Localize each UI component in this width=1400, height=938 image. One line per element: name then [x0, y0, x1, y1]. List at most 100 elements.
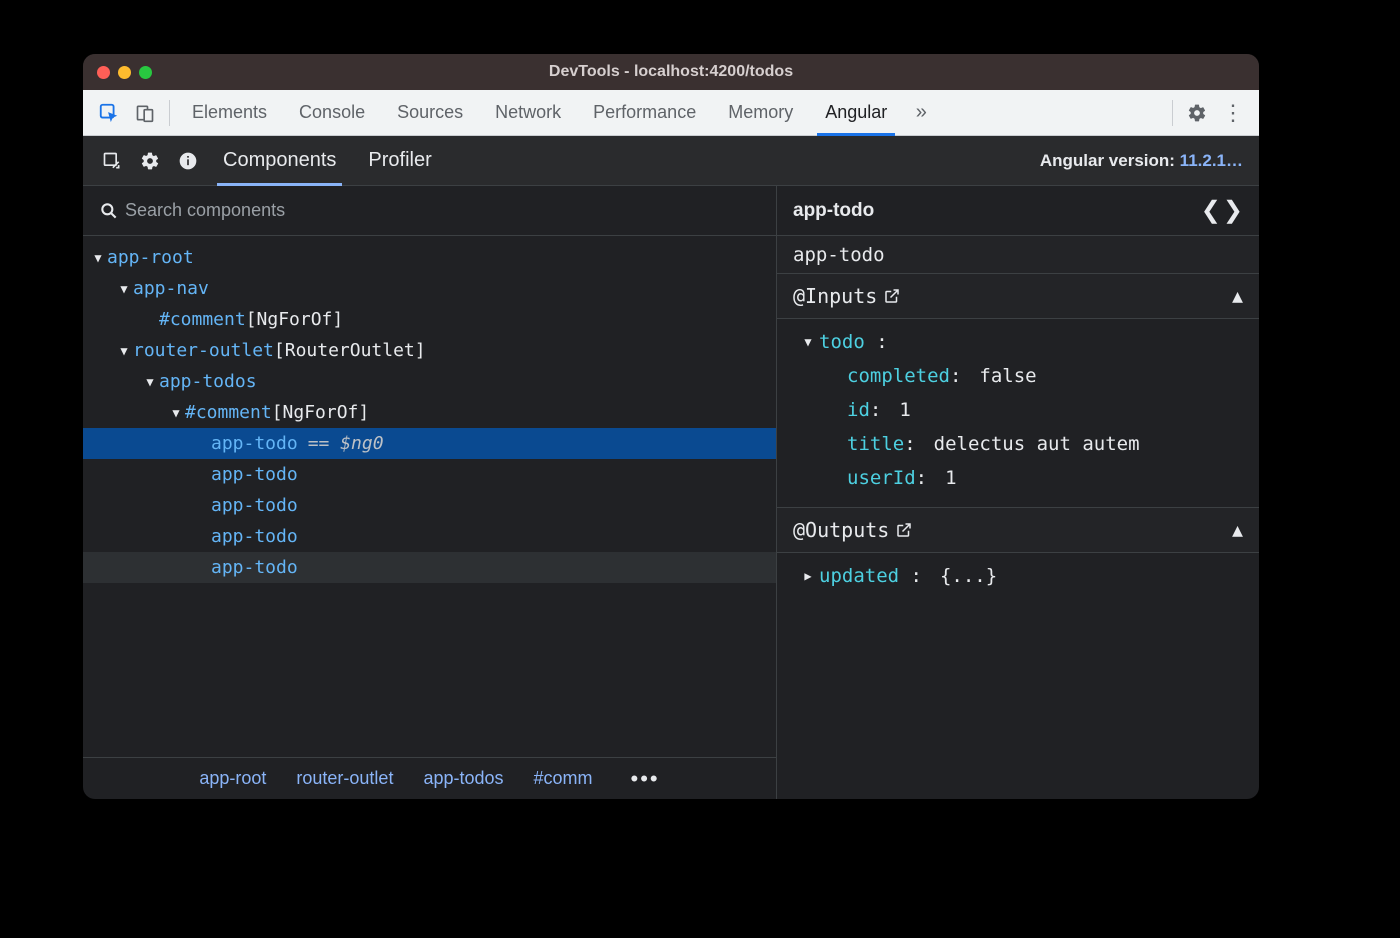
breadcrumb: app-root router-outlet app-todos #comm •… [83, 757, 776, 799]
zoom-window-button[interactable] [139, 66, 152, 79]
tree-node-label: #comment [159, 309, 246, 330]
tree-row[interactable]: app-todo [83, 521, 776, 552]
kebab-menu-icon[interactable]: ⋮ [1215, 95, 1251, 131]
outputs-title: @Outputs [793, 518, 889, 542]
tree-row[interactable]: app-todo [83, 459, 776, 490]
inputs-title: @Inputs [793, 284, 877, 308]
chevron-right-icon: ▶ [797, 569, 819, 583]
tree-row[interactable]: ▼app-nav [83, 273, 776, 304]
tab-elements[interactable]: Elements [176, 90, 283, 136]
prop-value: false [979, 365, 1036, 387]
chevron-down-icon: ▼ [91, 251, 105, 265]
colon: : [916, 467, 927, 489]
tab-memory[interactable]: Memory [712, 90, 809, 136]
tree-row[interactable]: app-todo [83, 490, 776, 521]
outputs-section-header[interactable]: @Outputs ▲ [777, 508, 1259, 553]
prop-row[interactable]: id:1 [777, 393, 1259, 427]
tree-row[interactable]: #comment[NgForOf] [83, 304, 776, 335]
tree-node-label: app-todo [211, 433, 298, 454]
angular-version: Angular version: 11.2.1… [1040, 151, 1249, 171]
crumb[interactable]: #comm [534, 768, 593, 789]
tab-sources[interactable]: Sources [381, 90, 479, 136]
tree-node-label: app-root [107, 247, 194, 268]
directive-bracket: [RouterOutlet] [274, 340, 426, 361]
view-source-next-icon[interactable]: ❯ [1223, 196, 1243, 225]
chevron-down-icon: ▼ [117, 344, 131, 358]
prop-row[interactable]: title:delectus aut autem [777, 427, 1259, 461]
minimize-window-button[interactable] [118, 66, 131, 79]
open-in-new-icon[interactable] [883, 287, 901, 305]
component-tree-panel: ▼app-root▼app-nav#comment[NgForOf]▼route… [83, 186, 777, 799]
prop-key: title [847, 433, 904, 455]
tree-node-label: router-outlet [133, 340, 274, 361]
prop-row[interactable]: ▶ updated : {...} [777, 559, 1259, 593]
crumb[interactable]: router-outlet [296, 768, 393, 789]
component-tree[interactable]: ▼app-root▼app-nav#comment[NgForOf]▼route… [83, 236, 776, 757]
tree-node-label: app-todo [211, 464, 298, 485]
inputs-props: ▼ todo : completed:falseid:1title:delect… [777, 319, 1259, 508]
chevron-down-icon: ▼ [143, 375, 157, 389]
search-bar [83, 186, 776, 236]
prop-value: delectus aut autem [934, 433, 1140, 455]
tree-row[interactable]: app-todo [83, 552, 776, 583]
prop-key: id [847, 399, 870, 421]
tree-row[interactable]: ▼#comment[NgForOf] [83, 397, 776, 428]
subtab-components[interactable]: Components [207, 136, 352, 186]
tree-row[interactable]: ▼router-outlet[RouterOutlet] [83, 335, 776, 366]
subtab-profiler[interactable]: Profiler [352, 136, 447, 186]
open-in-new-icon[interactable] [895, 521, 913, 539]
prop-key: completed [847, 365, 950, 387]
tree-node-label: app-todos [159, 371, 257, 392]
inspect-element-icon[interactable] [91, 95, 127, 131]
prop-key: updated [819, 565, 899, 587]
crumb[interactable]: app-todos [423, 768, 503, 789]
details-header: app-todo ❮ ❯ [777, 186, 1259, 236]
angular-subnav: Components Profiler Angular version: 11.… [83, 136, 1259, 186]
angular-version-label: Angular version: [1040, 151, 1180, 170]
more-tabs-icon[interactable]: » [903, 95, 939, 131]
devtools-settings-icon[interactable] [131, 142, 169, 180]
titlebar: DevTools - localhost:4200/todos [83, 54, 1259, 90]
selected-component-name: app-todo [793, 200, 874, 222]
tree-row[interactable]: ▼app-todos [83, 366, 776, 397]
prop-row[interactable]: ▼ todo : [777, 325, 1259, 359]
directive-bracket: [NgForOf] [246, 309, 344, 330]
tab-performance[interactable]: Performance [577, 90, 712, 136]
angular-version-value: 11.2.1… [1180, 151, 1243, 170]
tree-node-label: #comment [185, 402, 272, 423]
view-source-prev-icon[interactable]: ❮ [1201, 196, 1221, 225]
prop-value: {...} [940, 565, 997, 587]
colon: : [950, 365, 961, 387]
tab-console[interactable]: Console [283, 90, 381, 136]
prop-row[interactable]: userId:1 [777, 461, 1259, 495]
component-details-panel: app-todo ❮ ❯ app-todo @Inputs ▲ ▼ [777, 186, 1259, 799]
crumb[interactable]: app-root [199, 768, 266, 789]
breadcrumb-more-icon[interactable]: ••• [631, 766, 660, 792]
window-title: DevTools - localhost:4200/todos [83, 63, 1259, 81]
tab-network[interactable]: Network [479, 90, 577, 136]
close-window-button[interactable] [97, 66, 110, 79]
separator [1172, 100, 1173, 126]
collapse-icon[interactable]: ▲ [1232, 520, 1243, 541]
traffic-lights [97, 66, 152, 79]
console-ref: == $ng0 [308, 433, 384, 454]
directive-bracket: [NgForOf] [272, 402, 370, 423]
tree-row[interactable]: app-todo == $ng0 [83, 428, 776, 459]
search-input[interactable] [125, 200, 766, 221]
prop-key: userId [847, 467, 916, 489]
component-path: app-todo [777, 236, 1259, 274]
tree-row[interactable]: ▼app-root [83, 242, 776, 273]
inputs-section-header[interactable]: @Inputs ▲ [777, 274, 1259, 319]
tab-angular[interactable]: Angular [809, 90, 903, 136]
collapse-icon[interactable]: ▲ [1232, 286, 1243, 307]
outputs-props: ▶ updated : {...} [777, 553, 1259, 605]
chevron-down-icon: ▼ [169, 406, 183, 420]
chevron-down-icon: ▼ [797, 335, 819, 349]
info-icon[interactable] [169, 142, 207, 180]
search-icon [93, 201, 125, 221]
prop-row[interactable]: completed: false [777, 359, 1259, 393]
pick-component-icon[interactable] [93, 142, 131, 180]
settings-icon[interactable] [1179, 95, 1215, 131]
tree-node-label: app-todo [211, 495, 298, 516]
device-toggle-icon[interactable] [127, 95, 163, 131]
